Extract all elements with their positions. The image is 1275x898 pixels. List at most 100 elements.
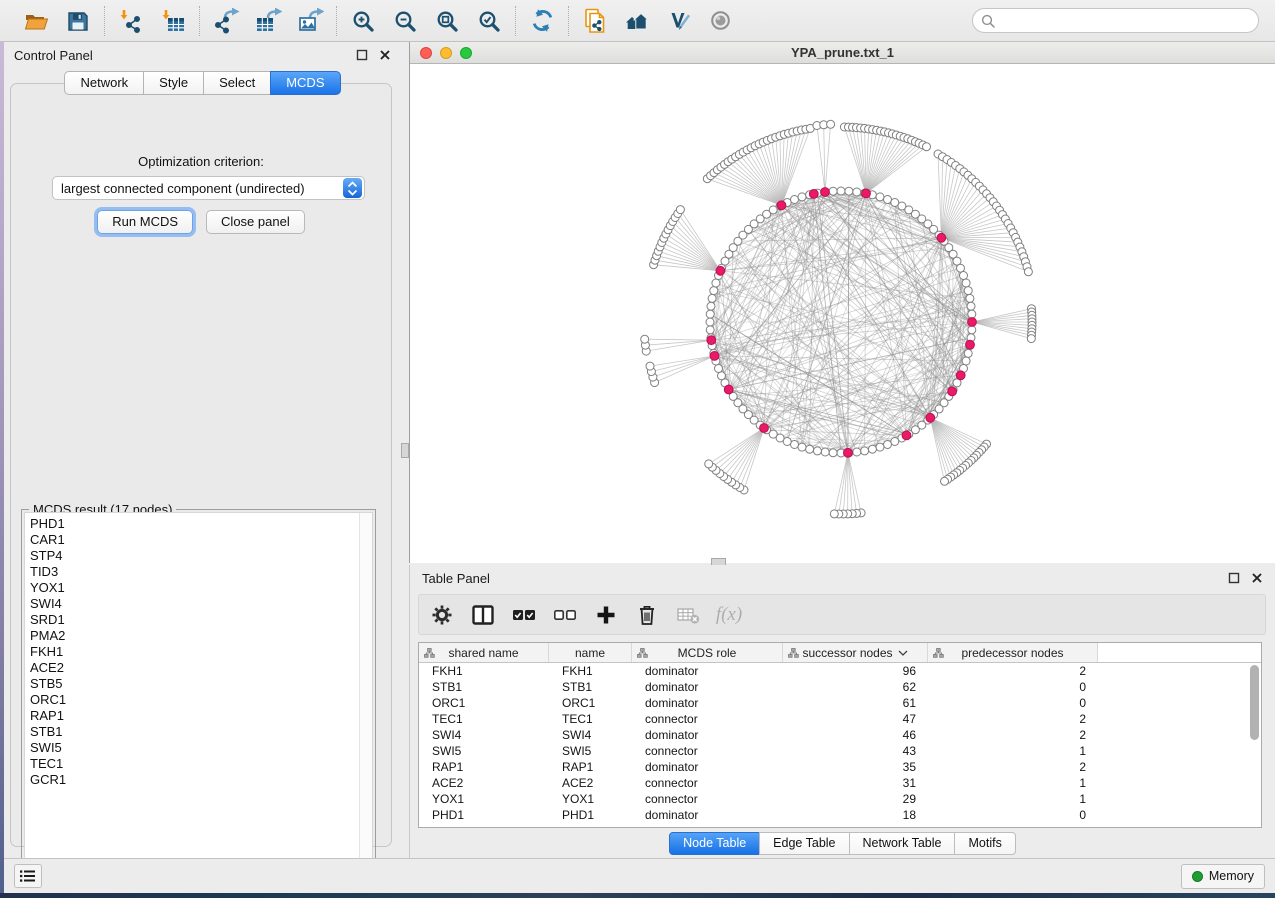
network-canvas[interactable]	[410, 64, 1275, 563]
table-row[interactable]: FKH1FKH1dominator962	[419, 663, 1261, 679]
mcds-result-item[interactable]: GCR1	[25, 772, 372, 788]
mcds-result-item[interactable]: PHD1	[25, 516, 372, 532]
select-all-button[interactable]	[511, 602, 537, 628]
zoom-selected-button[interactable]	[472, 5, 506, 37]
table-row[interactable]: ORC1ORC1dominator610	[419, 695, 1261, 711]
mcds-result-item[interactable]: TID3	[25, 564, 372, 580]
table-row[interactable]: STB1STB1dominator620	[419, 679, 1261, 695]
open-session-button[interactable]	[19, 5, 53, 37]
mcds-result-item[interactable]: YOX1	[25, 580, 372, 596]
table-row[interactable]: PHD1PHD1dominator180	[419, 807, 1261, 823]
mcds-result-item[interactable]: SWI5	[25, 740, 372, 756]
export-table-button[interactable]	[251, 5, 285, 37]
optimization-criterion-select[interactable]: largest connected component (undirected)	[52, 176, 365, 200]
export-network-button[interactable]	[209, 5, 243, 37]
mcds-result-item[interactable]: RAP1	[25, 708, 372, 724]
close-panel-icon[interactable]	[378, 49, 391, 62]
mcds-list-scrollbar[interactable]	[359, 513, 372, 876]
tab-network[interactable]: Network	[64, 71, 144, 95]
table-cell: SWI5	[549, 743, 632, 759]
close-panel-button[interactable]: Close panel	[206, 210, 305, 234]
list-menu-icon	[20, 869, 36, 883]
application-window: Control Panel NetworkStyleSelectMCDS Opt…	[0, 0, 1275, 898]
tab-edge-table[interactable]: Edge Table	[759, 832, 849, 855]
mcds-result-item[interactable]: CAR1	[25, 532, 372, 548]
tab-motifs[interactable]: Motifs	[954, 832, 1015, 855]
table-cell: 35	[783, 759, 928, 775]
toolbar-group-misc	[569, 5, 747, 37]
import-table-button[interactable]	[156, 5, 190, 37]
optimization-criterion-label: Optimization criterion:	[11, 154, 391, 169]
mcds-result-item[interactable]: ORC1	[25, 692, 372, 708]
tab-mcds[interactable]: MCDS	[270, 71, 340, 95]
table-row[interactable]: ACE2ACE2connector311	[419, 775, 1261, 791]
tab-node-table[interactable]: Node Table	[669, 832, 760, 855]
table-row[interactable]: SWI5SWI5connector431	[419, 743, 1261, 759]
float-panel-icon[interactable]	[355, 49, 368, 62]
table-cell: 62	[783, 679, 928, 695]
save-session-button[interactable]	[61, 5, 95, 37]
table-row[interactable]: SWI4SWI4dominator462	[419, 727, 1261, 743]
memory-label: Memory	[1209, 869, 1254, 883]
fan-nodes[interactable]	[641, 120, 1036, 518]
table-row[interactable]: TEC1TEC1connector472	[419, 711, 1261, 727]
toolbar-group-session	[10, 5, 104, 37]
home-button[interactable]	[620, 5, 654, 37]
table-cell: ORC1	[549, 695, 632, 711]
mcds-result-item[interactable]: TEC1	[25, 756, 372, 772]
column-header-MCDS-role[interactable]: MCDS role	[632, 643, 783, 662]
table-cell: 18	[783, 807, 928, 823]
column-header-shared-name[interactable]: shared name	[419, 643, 549, 662]
export-image-button[interactable]	[293, 5, 327, 37]
share-document-button[interactable]	[578, 5, 612, 37]
eye-hide-button[interactable]	[704, 5, 738, 37]
vertical-splitter[interactable]	[401, 42, 409, 563]
create-column-button[interactable]	[593, 602, 619, 628]
zoom-in-button[interactable]	[346, 5, 380, 37]
mcds-result-item[interactable]: STB5	[25, 676, 372, 692]
tab-style[interactable]: Style	[143, 71, 204, 95]
search-input[interactable]	[1000, 14, 1250, 28]
zoom-fit-button[interactable]	[430, 5, 464, 37]
mcds-result-list[interactable]: PHD1CAR1STP4TID3YOX1SWI4SRD1PMA2FKH1ACE2…	[24, 512, 373, 877]
float-panel-icon[interactable]	[1227, 572, 1240, 585]
network-window-titlebar[interactable]: YPA_prune.txt_1	[410, 42, 1275, 64]
vertical-splitter-handle[interactable]	[401, 443, 409, 458]
table-scrollbar-thumb[interactable]	[1250, 665, 1259, 740]
run-mcds-button[interactable]: Run MCDS	[97, 210, 193, 234]
refresh-layout-button[interactable]	[525, 5, 559, 37]
tab-select[interactable]: Select	[203, 71, 271, 95]
search-box[interactable]	[972, 8, 1259, 33]
table-row[interactable]: RAP1RAP1dominator352	[419, 759, 1261, 775]
mcds-result-item[interactable]: FKH1	[25, 644, 372, 660]
export-image-icon	[297, 8, 324, 34]
unselect-all-button[interactable]	[552, 602, 578, 628]
column-header-name[interactable]: name	[549, 643, 632, 662]
select-all-icon	[511, 605, 537, 625]
memory-button[interactable]: Memory	[1181, 864, 1265, 889]
table-cell: connector	[632, 775, 783, 791]
table-row[interactable]: YOX1YOX1connector291	[419, 791, 1261, 807]
column-source-icon	[933, 648, 944, 658]
import-network-button[interactable]	[114, 5, 148, 37]
toolbar-group-refresh	[516, 5, 568, 37]
show-column-button[interactable]	[470, 602, 496, 628]
tab-network-table[interactable]: Network Table	[849, 832, 956, 855]
column-header-label: predecessor nodes	[961, 646, 1063, 660]
visual-inspector-button[interactable]	[662, 5, 696, 37]
mcds-result-item[interactable]: SRD1	[25, 612, 372, 628]
mcds-result-item[interactable]: SWI4	[25, 596, 372, 612]
mcds-result-item[interactable]: ACE2	[25, 660, 372, 676]
mcds-result-item[interactable]: PMA2	[25, 628, 372, 644]
column-header-predecessor-nodes[interactable]: predecessor nodes	[928, 643, 1098, 662]
table-cell: STB1	[419, 679, 549, 695]
column-source-icon	[637, 648, 648, 658]
zoom-out-button[interactable]	[388, 5, 422, 37]
column-header-successor-nodes[interactable]: successor nodes	[783, 643, 928, 662]
delete-column-button[interactable]	[634, 602, 660, 628]
table-settings-button[interactable]	[429, 602, 455, 628]
mcds-result-item[interactable]: STB1	[25, 724, 372, 740]
show-panels-button[interactable]	[14, 864, 42, 888]
close-panel-icon[interactable]	[1250, 572, 1263, 585]
mcds-result-item[interactable]: STP4	[25, 548, 372, 564]
